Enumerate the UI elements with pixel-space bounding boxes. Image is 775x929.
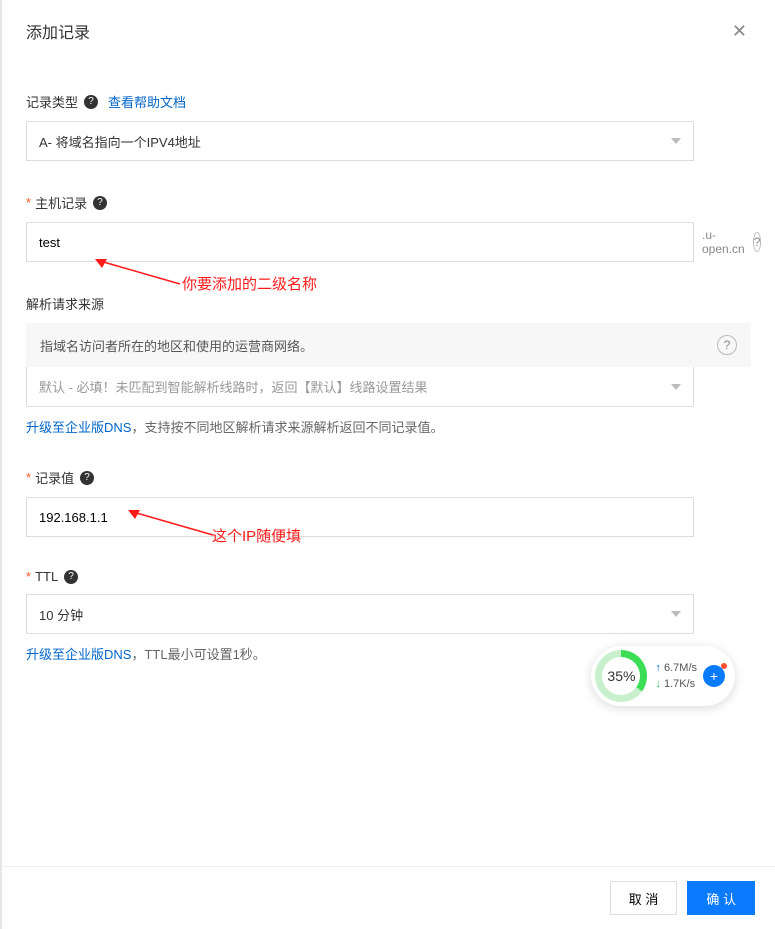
help-icon[interactable]: ? — [80, 471, 94, 485]
speed-widget[interactable]: 35% 6.7M/s 1.7K/s + — [591, 646, 735, 706]
record-value-input[interactable] — [26, 497, 694, 537]
modal-body: 记录类型 ? 查看帮助文档 A- 将域名指向一个IPV4地址 * 主机记录 ? … — [2, 58, 775, 663]
help-outline-icon[interactable]: ? — [753, 232, 762, 252]
source-section: 解析请求来源 指域名访问者所在的地区和使用的运营商网络。 ? 默认 - 必填！未… — [26, 294, 751, 436]
close-icon: ✕ — [732, 21, 747, 41]
cpu-gauge: 35% — [595, 650, 647, 702]
source-placeholder: 默认 - 必填！未匹配到智能解析线路时，返回【默认】线路设置结果 — [39, 377, 428, 396]
source-select[interactable]: 默认 - 必填！未匹配到智能解析线路时，返回【默认】线路设置结果 — [26, 367, 694, 407]
required-mark: * — [26, 569, 31, 584]
ttl-label: TTL — [35, 569, 58, 584]
download-speed: 1.7K/s — [655, 676, 697, 693]
gauge-percent: 35% — [607, 668, 635, 684]
upgrade-link[interactable]: 升级至企业版DNS — [26, 647, 131, 662]
help-outline-icon[interactable]: ? — [717, 335, 737, 355]
confirm-button[interactable]: 确 认 — [687, 881, 755, 915]
host-record-label-row: * 主机记录 ? — [26, 193, 751, 212]
source-label: 解析请求来源 — [26, 294, 104, 313]
modal-header: 添加记录 ✕ — [2, 0, 775, 58]
source-label-row: 解析请求来源 — [26, 294, 751, 313]
chevron-down-icon — [671, 384, 681, 390]
domain-suffix: .u-open.cn — [702, 228, 745, 256]
ttl-note-rest: ，TTL最小可设置1秒。 — [131, 647, 265, 662]
record-type-label-row: 记录类型 ? 查看帮助文档 — [26, 92, 751, 111]
host-record-label: 主机记录 — [35, 193, 87, 212]
cancel-button[interactable]: 取 消 — [610, 881, 678, 915]
ttl-select[interactable]: 10 分钟 — [26, 594, 694, 634]
close-button[interactable]: ✕ — [728, 18, 751, 44]
host-record-input[interactable] — [26, 222, 694, 262]
chevron-down-icon — [671, 138, 681, 144]
add-widget-button[interactable]: + — [703, 665, 725, 687]
host-record-section: * 主机记录 ? .u-open.cn ? — [26, 193, 751, 262]
help-icon[interactable]: ? — [93, 196, 107, 210]
record-type-section: 记录类型 ? 查看帮助文档 A- 将域名指向一个IPV4地址 — [26, 92, 751, 161]
source-note-rest: ，支持按不同地区解析请求来源解析返回不同记录值。 — [131, 420, 443, 435]
ttl-value: 10 分钟 — [39, 605, 83, 624]
source-desc: 指域名访问者所在的地区和使用的运营商网络。 ? — [26, 323, 751, 367]
source-desc-text: 指域名访问者所在的地区和使用的运营商网络。 — [40, 336, 313, 355]
record-type-value: A- 将域名指向一个IPV4地址 — [39, 132, 201, 151]
record-value-label-row: * 记录值 ? — [26, 468, 751, 487]
help-icon[interactable]: ? — [64, 570, 78, 584]
modal-title: 添加记录 — [26, 19, 90, 43]
record-type-label: 记录类型 — [26, 92, 78, 111]
source-note: 升级至企业版DNS，支持按不同地区解析请求来源解析返回不同记录值。 — [26, 417, 751, 436]
upload-speed: 6.7M/s — [655, 660, 697, 677]
record-value-label: 记录值 — [35, 468, 74, 487]
upgrade-link[interactable]: 升级至企业版DNS — [26, 420, 131, 435]
help-doc-link[interactable]: 查看帮助文档 — [108, 92, 186, 111]
network-speeds: 6.7M/s 1.7K/s — [655, 660, 697, 693]
modal-footer: 取 消 确 认 — [2, 866, 775, 929]
help-icon[interactable]: ? — [84, 95, 98, 109]
chevron-down-icon — [671, 611, 681, 617]
host-record-input-wrap: .u-open.cn ? — [26, 222, 751, 262]
required-mark: * — [26, 470, 31, 485]
plus-icon: + — [710, 668, 718, 684]
record-type-select[interactable]: A- 将域名指向一个IPV4地址 — [26, 121, 694, 161]
record-value-section: * 记录值 ? — [26, 468, 751, 537]
ttl-label-row: * TTL ? — [26, 569, 751, 584]
required-mark: * — [26, 195, 31, 210]
add-record-modal: 添加记录 ✕ 记录类型 ? 查看帮助文档 A- 将域名指向一个IPV4地址 * … — [0, 0, 775, 929]
